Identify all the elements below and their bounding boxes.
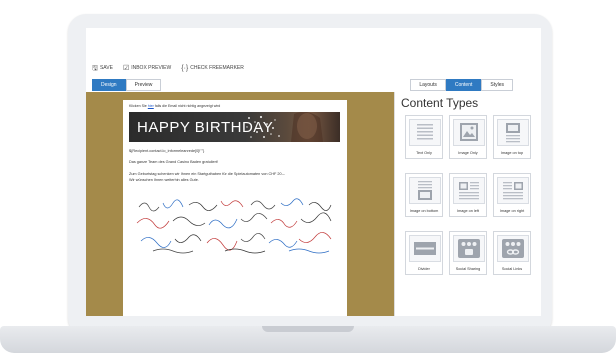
content-type-social-links[interactable]: Social Links xyxy=(493,231,531,275)
preheader-before: Klicken Sie xyxy=(129,104,148,108)
content-type-image-on-top[interactable]: Image on top xyxy=(493,115,531,159)
laptop-notch xyxy=(262,326,354,332)
checkbox-icon: ☑ xyxy=(122,64,130,72)
content-type-label: Image on bottom xyxy=(409,209,439,213)
email-body[interactable]: Klicken Sie hier falls die Email nicht r… xyxy=(123,100,347,316)
birthday-banner[interactable]: HAPPY BIRTHDAY xyxy=(129,112,340,142)
image-on-bottom-icon xyxy=(409,177,441,204)
preheader-text: Klicken Sie hier falls die Email nicht r… xyxy=(129,104,220,108)
content-type-label: Image on left xyxy=(457,209,479,213)
content-type-divider[interactable]: Divider xyxy=(405,231,443,275)
app-screen: 🖫 SAVE ☑ INBOX PREVIEW {·} CHECK FREEMAR… xyxy=(86,28,541,316)
image-on-top-icon xyxy=(497,119,529,146)
inbox-preview-button[interactable]: ☑ INBOX PREVIEW xyxy=(123,65,171,72)
content-type-text-only[interactable]: Text Only xyxy=(405,115,443,159)
text-only-icon xyxy=(409,119,441,146)
salutation-line: ${Recipient.contact.lo_informeleanrede[0… xyxy=(129,149,205,153)
content-type-image-on-left[interactable]: Image on left xyxy=(449,173,487,217)
tab-design[interactable]: Design xyxy=(92,79,126,91)
check-freemarker-label: CHECK FREEMARKER xyxy=(190,65,244,71)
content-type-social-sharing[interactable]: Social Sharing xyxy=(449,231,487,275)
content-type-image-on-bottom[interactable]: Image on bottom xyxy=(405,173,443,217)
save-button[interactable]: 🖫 SAVE xyxy=(92,65,113,72)
check-freemarker-button[interactable]: {·} CHECK FREEMARKER xyxy=(181,65,244,72)
body-line-1: Zum Geburtstag schenken wir Ihnen ein St… xyxy=(129,172,285,176)
content-type-label: Image on top xyxy=(500,151,524,155)
content-types-title: Content Types xyxy=(401,96,479,110)
content-type-label: Image Only xyxy=(458,151,478,155)
content-type-label: Social Links xyxy=(501,267,523,271)
content-type-label: Social Sharing xyxy=(455,267,481,271)
view-tabs: Design Preview xyxy=(92,79,162,91)
panel-tabs: Layouts Content Styles xyxy=(410,79,513,91)
tab-styles[interactable]: Styles xyxy=(481,79,513,91)
sparkle-decoration xyxy=(246,112,323,142)
signatures-image xyxy=(136,198,332,254)
tab-content[interactable]: Content xyxy=(445,79,482,91)
content-type-label: Image on right xyxy=(499,209,525,213)
image-only-icon xyxy=(453,119,485,146)
save-label: SAVE xyxy=(99,65,113,71)
tab-layouts[interactable]: Layouts xyxy=(410,79,446,91)
image-on-left-icon xyxy=(453,177,485,204)
preheader-after: falls die Email nicht richtig angezeigt … xyxy=(153,104,221,108)
social-links-icon xyxy=(497,235,529,262)
inbox-preview-label: INBOX PREVIEW xyxy=(131,65,172,71)
social-sharing-icon xyxy=(453,235,485,262)
greeting-line: Das ganze Team des Grand Casino Baden gr… xyxy=(129,160,218,164)
save-icon: 🖫 xyxy=(92,64,98,72)
content-type-label: Divider xyxy=(418,267,430,271)
code-braces-icon: {·} xyxy=(181,64,189,72)
editor-toolbar: 🖫 SAVE ☑ INBOX PREVIEW {·} CHECK FREEMAR… xyxy=(92,62,244,74)
body-line-2: Wir wünschen Ihnen weiterhin alles Gute. xyxy=(129,178,199,182)
content-type-image-on-right[interactable]: Image on right xyxy=(493,173,531,217)
tab-preview[interactable]: Preview xyxy=(125,79,162,91)
divider-icon xyxy=(409,235,441,262)
content-type-label: Text Only xyxy=(416,151,432,155)
email-canvas: Klicken Sie hier falls die Email nicht r… xyxy=(86,92,394,316)
image-on-right-icon xyxy=(497,177,529,204)
content-type-image-only[interactable]: Image Only xyxy=(449,115,487,159)
content-types-panel: Content Types Text Only Image Only Image… xyxy=(394,92,541,316)
